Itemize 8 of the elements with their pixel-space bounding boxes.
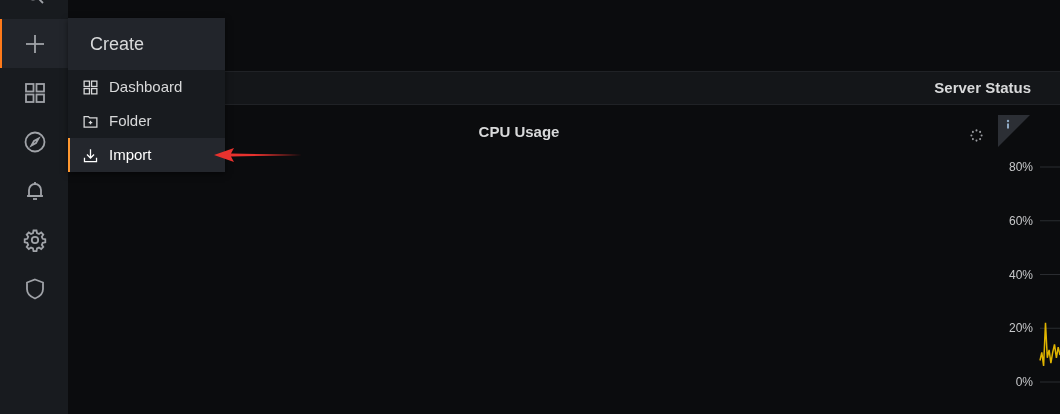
row-title: Server Status xyxy=(934,77,1031,98)
axis-label: 40% xyxy=(1008,267,1033,282)
axis-label: 0% xyxy=(1015,375,1033,389)
axis-label: 60% xyxy=(1008,213,1033,228)
panel-title: CPU Usage xyxy=(478,122,560,141)
menu-title: Create xyxy=(90,32,145,56)
axis-label: 80% xyxy=(1008,160,1033,174)
axis-label: 20% xyxy=(1008,321,1033,336)
